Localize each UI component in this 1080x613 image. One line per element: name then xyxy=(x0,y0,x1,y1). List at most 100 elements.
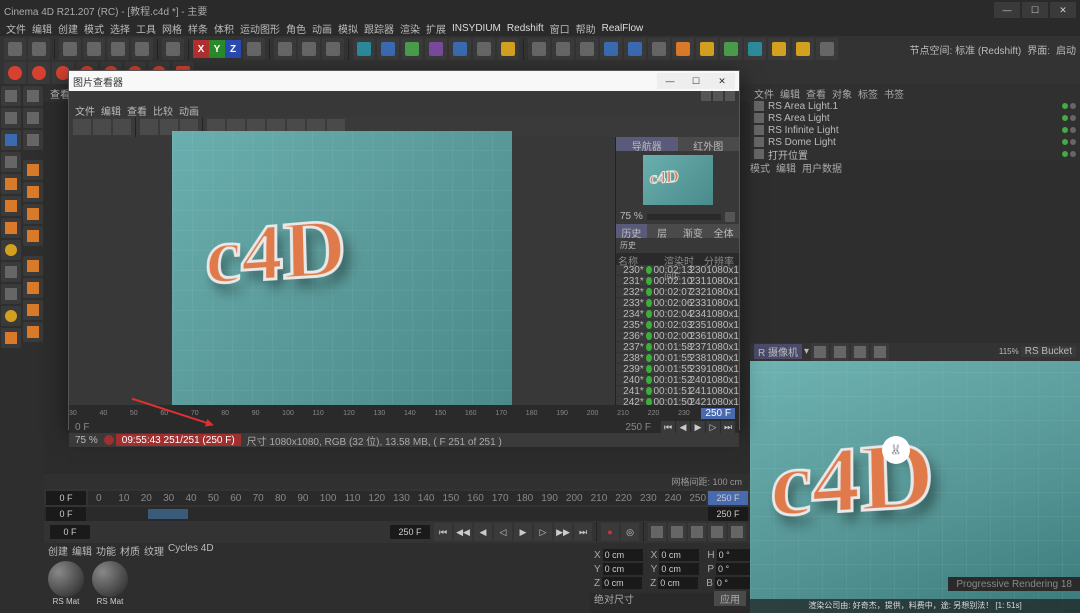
menu-编辑[interactable]: 编辑 xyxy=(32,21,52,36)
timeline-start2[interactable]: 0 F xyxy=(46,507,86,521)
pv-menu-item[interactable]: 编辑 xyxy=(101,103,121,118)
rec-key-icon[interactable]: ● xyxy=(601,523,619,541)
edge-mode-icon[interactable] xyxy=(1,196,21,216)
pv-ruler-current[interactable]: 250 F xyxy=(701,408,735,419)
menu-窗口[interactable]: 窗口 xyxy=(550,21,570,36)
timeline-cur[interactable]: 250 F xyxy=(708,491,748,505)
menu-模式[interactable]: 模式 xyxy=(84,21,104,36)
object-row[interactable]: RS Area Light xyxy=(754,112,1076,124)
misc7-button[interactable] xyxy=(672,38,694,60)
play-back-icon[interactable]: ◁ xyxy=(494,523,512,541)
pv-tb4[interactable] xyxy=(140,119,158,135)
rot-b[interactable] xyxy=(715,577,755,589)
misc4-button[interactable] xyxy=(600,38,622,60)
play-icon[interactable]: ▶ xyxy=(514,523,532,541)
misc10-button[interactable] xyxy=(744,38,766,60)
pv-side-tab2[interactable]: 渐变 xyxy=(678,224,709,238)
menu-样条[interactable]: 样条 xyxy=(188,21,208,36)
menu-模拟[interactable]: 模拟 xyxy=(338,21,358,36)
pv-history-row[interactable]: 239*00:01:552391080x1 xyxy=(616,364,739,375)
obj-tab[interactable]: 标签 xyxy=(858,86,878,100)
pv-menu-item[interactable]: 动画 xyxy=(179,103,199,118)
pv-history-row[interactable]: 237*00:01:582371080x1 xyxy=(616,342,739,353)
pv-history-row[interactable]: 242*00:01:502421080x1 xyxy=(616,397,739,405)
timeline-track[interactable]: 0 F 250 F xyxy=(44,507,750,521)
pv-image-area[interactable]: c4D xyxy=(69,137,615,405)
menu-工具[interactable]: 工具 xyxy=(136,21,156,36)
environment-button[interactable] xyxy=(449,38,471,60)
pv-goto-start-icon[interactable]: ⏮ xyxy=(661,421,675,433)
pv-thumbnail[interactable]: c4D xyxy=(643,155,713,205)
rv-btn2[interactable] xyxy=(831,343,849,361)
lt2-2[interactable] xyxy=(23,108,43,128)
pv-history-row[interactable]: 233*00:02:062331080x1 xyxy=(616,298,739,309)
axis-icon[interactable] xyxy=(1,262,21,282)
attr-tab[interactable]: 编辑 xyxy=(776,160,796,174)
timeline-start[interactable]: 0 F xyxy=(46,491,86,505)
mat-tab[interactable]: 创建 xyxy=(48,543,68,557)
rotate-button[interactable] xyxy=(131,38,153,60)
pv-dock3-icon[interactable] xyxy=(725,91,735,101)
menu-INSYDIUM[interactable]: INSYDIUM xyxy=(452,23,501,34)
move-button[interactable] xyxy=(83,38,105,60)
timeline-end[interactable]: 250 F xyxy=(708,507,748,521)
picture-viewer-window[interactable]: 图片查看器 — ☐ ✕ 文件编辑查看比较动画 c4D xyxy=(68,70,740,430)
primitive-cube-button[interactable] xyxy=(353,38,375,60)
pv-play-icon[interactable]: ▶ xyxy=(691,421,705,433)
menu-选择[interactable]: 选择 xyxy=(110,21,130,36)
spline-button[interactable] xyxy=(377,38,399,60)
rv-btn3[interactable] xyxy=(851,343,869,361)
menu-网格[interactable]: 网格 xyxy=(162,21,182,36)
misc3-button[interactable] xyxy=(576,38,598,60)
menu-RealFlow[interactable]: RealFlow xyxy=(602,23,644,34)
obj-tab[interactable]: 对象 xyxy=(832,86,852,100)
pv-history-row[interactable]: 236*00:02:002361080x1 xyxy=(616,331,739,342)
pv-menu-item[interactable]: 文件 xyxy=(75,103,95,118)
pv-goto-end-icon[interactable]: ⏭ xyxy=(721,421,735,433)
pv-min-button[interactable]: — xyxy=(657,73,683,89)
material-item[interactable]: RS Mat xyxy=(92,561,128,606)
menu-文件[interactable]: 文件 xyxy=(6,21,26,36)
misc9-button[interactable] xyxy=(720,38,742,60)
lt2-3[interactable] xyxy=(23,130,43,150)
pv-prev-icon[interactable]: ◀ xyxy=(676,421,690,433)
next-key-icon[interactable]: ▶▶ xyxy=(554,523,572,541)
menu-体积[interactable]: 体积 xyxy=(214,21,234,36)
pv-history-row[interactable]: 235*00:02:032351080x1 xyxy=(616,320,739,331)
pv-menu-item[interactable]: 查看 xyxy=(127,103,147,118)
lt2-11[interactable] xyxy=(23,322,43,342)
misc2-button[interactable] xyxy=(552,38,574,60)
misc13-button[interactable] xyxy=(816,38,838,60)
xyz-toggle[interactable]: XYZ xyxy=(193,40,241,58)
pv-history-row[interactable]: 231*00:02:102311080x1 xyxy=(616,276,739,287)
tl-out[interactable]: 250 F xyxy=(390,525,430,539)
mat-tab[interactable]: 纹理 xyxy=(144,543,164,557)
attr-tab[interactable]: 用户数据 xyxy=(802,160,842,174)
deformer-button[interactable] xyxy=(425,38,447,60)
lt2-10[interactable] xyxy=(23,300,43,320)
viewport-solo-icon[interactable] xyxy=(1,240,21,260)
pv-side-tab2[interactable]: 历史 xyxy=(616,224,647,238)
menu-跟踪器[interactable]: 跟踪器 xyxy=(364,21,394,36)
live-select-button[interactable] xyxy=(59,38,81,60)
lock-icon[interactable] xyxy=(1,328,21,348)
solo2-icon[interactable] xyxy=(1,306,21,326)
workplane-icon[interactable] xyxy=(1,152,21,172)
recent-tool-button[interactable] xyxy=(162,38,184,60)
rview-cam-dd[interactable]: R 摄像机 xyxy=(754,344,802,359)
mat-tab[interactable]: Cycles 4D xyxy=(168,543,214,557)
minimize-button[interactable]: — xyxy=(994,2,1020,18)
rview-mode-dd[interactable]: RS Bucket xyxy=(1021,346,1076,357)
menu-运动图形[interactable]: 运动图形 xyxy=(240,21,280,36)
undo-button[interactable] xyxy=(4,38,26,60)
key-pla-icon[interactable] xyxy=(728,523,746,541)
render-view[interactable]: c4D 🐰 渲染公司由: 好奇杰，提供，料费中，途: 另想别法！ [1: 51s… xyxy=(750,361,1080,613)
lt2-1[interactable] xyxy=(23,86,43,106)
rv-btn1[interactable] xyxy=(811,343,829,361)
prim1[interactable] xyxy=(4,62,26,84)
rv-btn4[interactable] xyxy=(871,343,889,361)
pv-next-icon[interactable]: ▷ xyxy=(706,421,720,433)
misc11-button[interactable] xyxy=(768,38,790,60)
pv-history-row[interactable]: 238*00:01:552381080x1 xyxy=(616,353,739,364)
tl-in[interactable]: 0 F xyxy=(50,525,90,539)
